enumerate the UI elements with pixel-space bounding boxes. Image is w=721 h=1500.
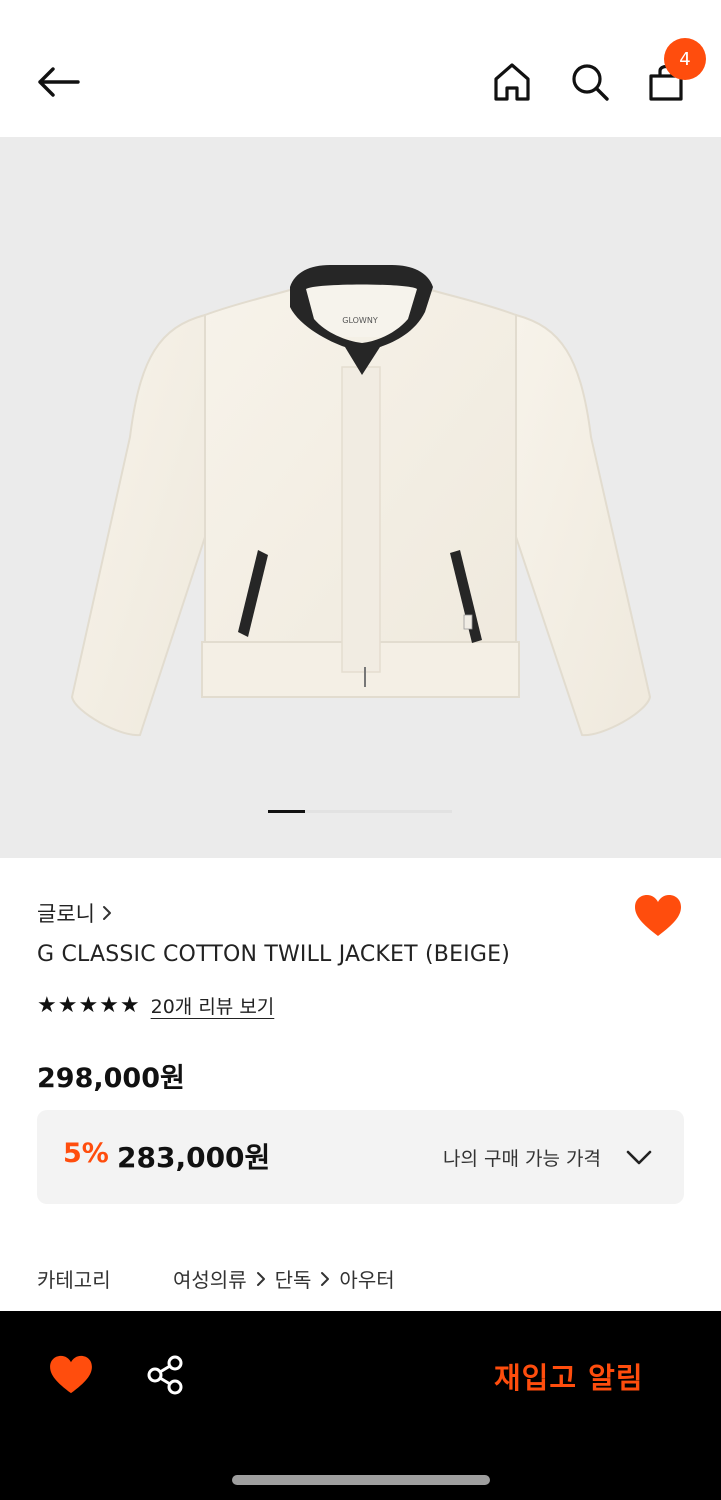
- gallery-page-indicator-active: [268, 810, 305, 813]
- wishlist-heart-icon[interactable]: [634, 894, 682, 938]
- bottom-heart-icon[interactable]: [48, 1355, 94, 1395]
- home-indicator[interactable]: [232, 1475, 490, 1485]
- star-rating: ★★★★★: [37, 993, 141, 1018]
- discount-rate: 5%: [63, 1138, 109, 1169]
- share-icon[interactable]: [144, 1353, 188, 1397]
- bottom-action-bar: 재입고 알림: [0, 1311, 721, 1500]
- chevron-right-icon: [102, 906, 111, 920]
- cart-count-badge: 4: [664, 38, 706, 80]
- brand-name: 글로니: [37, 902, 95, 926]
- product-image-gallery[interactable]: GLOWNY: [0, 137, 721, 858]
- available-price-box[interactable]: 5% 283,000원 나의 구매 가능 가격: [37, 1110, 684, 1204]
- product-image: GLOWNY: [70, 265, 652, 737]
- brand-label-text: GLOWNY: [342, 316, 378, 325]
- sale-price: 283,000원: [117, 1141, 271, 1174]
- breadcrumb-item-women[interactable]: 여성의류: [173, 1264, 247, 1293]
- chevron-right-icon: [256, 1271, 265, 1286]
- review-link[interactable]: 20개 리뷰 보기: [151, 992, 275, 1019]
- brand-link[interactable]: 글로니: [37, 898, 113, 928]
- rating-row: ★★★★★ 20개 리뷰 보기: [37, 992, 274, 1019]
- available-price-label: 나의 구매 가능 가격: [443, 1148, 601, 1170]
- category-breadcrumb: 여성의류 단독 아우터: [173, 1264, 395, 1293]
- original-price: 298,000원: [37, 1063, 185, 1094]
- gallery-page-indicator: [268, 810, 452, 813]
- home-icon[interactable]: [488, 58, 536, 106]
- category-row: 카테고리 여성의류 단독 아우터: [37, 1264, 395, 1293]
- search-icon[interactable]: [566, 58, 614, 106]
- back-arrow-icon[interactable]: [30, 58, 86, 106]
- top-bar: 4: [0, 0, 721, 137]
- breadcrumb-item-outer[interactable]: 아우터: [339, 1264, 394, 1293]
- chevron-right-icon: [321, 1271, 330, 1286]
- category-label: 카테고리: [37, 1268, 111, 1292]
- product-name: G CLASSIC COTTON TWILL JACKET (BEIGE): [37, 942, 510, 967]
- restock-alert-button[interactable]: 재입고 알림: [494, 1355, 644, 1397]
- breadcrumb-item-exclusive[interactable]: 단독: [275, 1264, 312, 1293]
- chevron-down-icon: [626, 1150, 652, 1165]
